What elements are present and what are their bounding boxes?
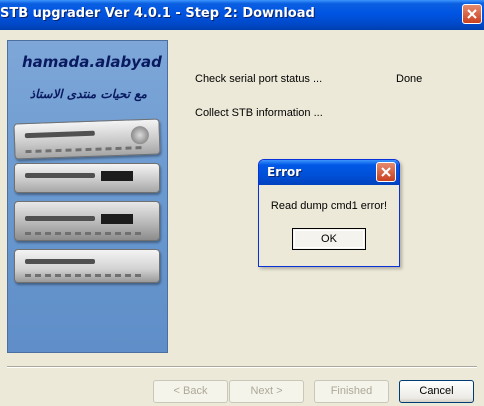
close-icon <box>467 9 477 19</box>
error-dialog-titlebar[interactable]: Error <box>259 160 399 185</box>
step-collect-label: Collect STB information ... <box>195 107 323 119</box>
back-button[interactable]: < Back <box>153 380 228 403</box>
receiver-image-2 <box>14 163 160 193</box>
side-banner-panel: hamada.alabyad مع تحيات منتدى الاستاذ <box>7 40 168 353</box>
close-icon <box>381 167 391 177</box>
error-dialog[interactable]: Error Read dump cmd1 error! OK <box>258 159 400 267</box>
error-dialog-title: Error <box>267 165 302 179</box>
brand-text: hamada.alabyad <box>22 53 162 71</box>
ok-button[interactable]: OK <box>292 228 366 250</box>
window-title: STB upgrader Ver 4.0.1 - Step 2: Downloa… <box>0 6 315 21</box>
arabic-caption: مع تحيات منتدى الاستاذ <box>29 87 147 101</box>
finished-button[interactable]: Finished <box>314 380 389 403</box>
window-titlebar[interactable]: STB upgrader Ver 4.0.1 - Step 2: Downloa… <box>0 0 484 30</box>
footer-separator <box>7 366 477 368</box>
receiver-image-4 <box>14 249 160 283</box>
error-message: Read dump cmd1 error! <box>270 200 388 212</box>
next-button[interactable]: Next > <box>229 380 304 403</box>
receiver-image-3 <box>14 201 160 241</box>
cancel-button[interactable]: Cancel <box>399 380 474 403</box>
step-serial-status: Done <box>396 73 423 85</box>
step-serial-label: Check serial port status ... <box>195 73 323 85</box>
receiver-image-1 <box>13 118 161 160</box>
window-close-button[interactable] <box>462 4 482 24</box>
error-dialog-close-button[interactable] <box>376 162 396 182</box>
